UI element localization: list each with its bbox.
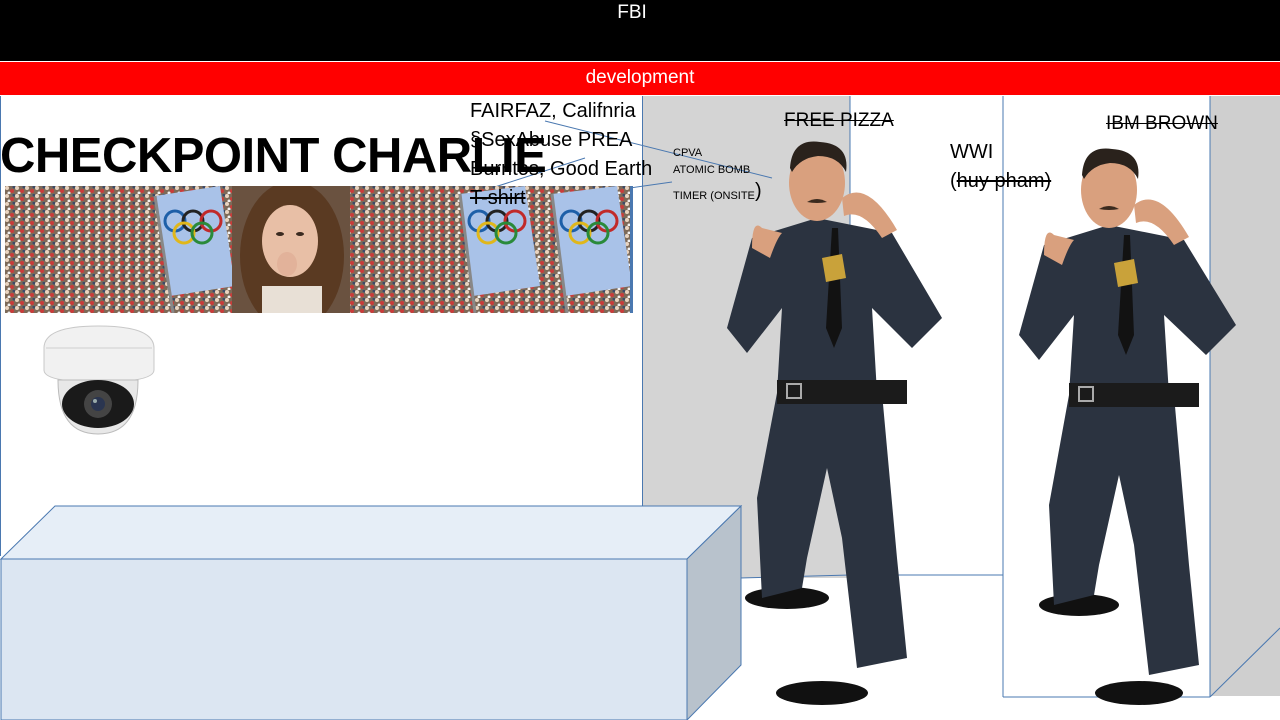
photo-collage [5,186,632,313]
small-note-3: TIMER (ONSITE [673,190,755,202]
security-camera-icon [43,325,155,435]
huy-paren: ( [950,170,957,192]
counter-box [0,505,743,720]
note-line-3: Burritos, Good Earth [470,158,653,180]
note-line-2: §SexAbuse PREA [470,129,633,151]
wwi-label: WWI [950,141,994,163]
police-officer-figure-2 [1019,148,1236,705]
ibm-brown-label: IBM BROWN [1106,113,1218,134]
free-pizza-label: FREE PIZZA [784,110,894,131]
olympic-flag-photo [153,186,235,313]
closing-paren: ) [755,180,762,202]
huy-label: (huy pham) [950,170,1051,193]
photo-strip-edge [630,186,633,313]
note-line-4: T-shirt [470,187,526,209]
page-heading: CHECKPOINT CHARLIE [0,129,547,183]
olympic-flag-photo-3 [550,186,632,313]
huy-name: huy pham) [956,170,1052,192]
police-officer-figure-1 [727,141,942,705]
small-note-1: CPVA [673,147,703,159]
note-line-1: FAIRFAZ, Califnria [470,100,636,122]
small-note-2: ATOMIC BOMB [673,164,751,176]
woman-photo [232,186,350,313]
